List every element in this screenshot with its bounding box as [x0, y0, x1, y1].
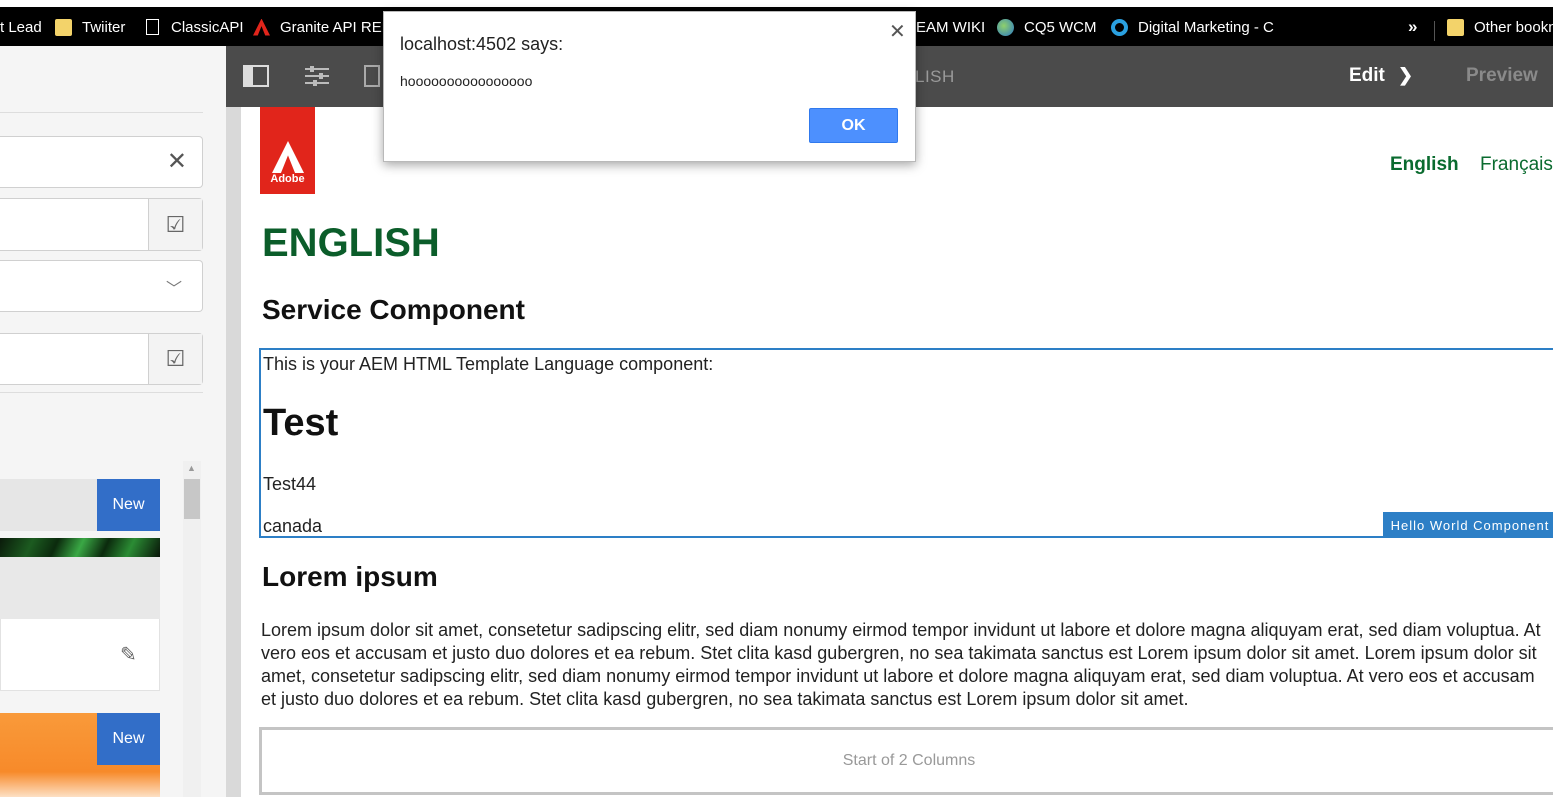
bookmark-cq5-wcm[interactable]: CQ5 WCM [997, 16, 1097, 38]
component-title: Test [263, 402, 339, 444]
scrollbar-thumb[interactable] [184, 479, 200, 519]
language-link-french[interactable]: Français [1480, 154, 1553, 176]
clear-icon[interactable]: ✕ [167, 150, 187, 174]
component-line: canada [263, 516, 323, 536]
new-badge: New [97, 479, 160, 531]
bookmark-label: Granite API REF [280, 18, 391, 36]
panel-divider [0, 392, 203, 393]
bookmark-label: CQ5 WCM [1024, 18, 1097, 36]
filter-dropdown[interactable]: ﹀ [0, 260, 203, 312]
side-panel-icon[interactable] [243, 65, 269, 93]
scrollbar[interactable]: ▲ [183, 461, 201, 797]
asset-card-orange[interactable]: New [0, 713, 160, 797]
bookmark-label: EAM WIKI [916, 18, 986, 36]
search-field[interactable]: ✕ [0, 136, 203, 188]
asset-thumbnail[interactable] [0, 538, 160, 557]
bookmark-twiiter[interactable]: Twiiter [55, 16, 125, 38]
emulator-icon[interactable] [364, 65, 384, 95]
columns-placeholder[interactable]: Start of 2 Columns [259, 727, 1553, 795]
page-title-fragment: LISH [915, 67, 955, 86]
chevron-down-icon: ﹀ [165, 281, 182, 298]
component-intro: This is your AEM HTML Template Language … [263, 354, 714, 374]
component-label-badge: Hello World Component [1383, 512, 1553, 538]
asset-card-header[interactable]: New [0, 479, 160, 531]
close-icon[interactable]: ✕ [889, 19, 906, 44]
panel-gutter [226, 46, 241, 797]
adobe-icon [253, 18, 270, 36]
lorem-paragraph: Lorem ipsum dolor sit amet, consetetur s… [261, 620, 1541, 709]
bookmark-granite-api[interactable]: Granite API REF [253, 16, 391, 38]
alert-message: hoooooooooooooooo [400, 73, 533, 89]
alert-dialog: localhost:4502 says: ✕ hoooooooooooooooo… [383, 11, 916, 162]
chevron-down-icon[interactable]: ❯ [1398, 65, 1413, 86]
bookmarks-separator [1434, 21, 1435, 41]
edit-pencil-icon[interactable]: ✎ [120, 642, 137, 667]
filter-field-1[interactable]: ☑ [0, 198, 203, 251]
asset-card-body[interactable] [0, 557, 160, 619]
ok-button[interactable]: OK [809, 108, 898, 143]
properties-icon[interactable] [304, 65, 330, 93]
language-link-english[interactable]: English [1390, 154, 1459, 176]
bookmark-label: ClassicAPI [171, 18, 244, 36]
logo-text: Adobe [270, 173, 305, 185]
bookmark-lead[interactable]: t Lead [0, 16, 42, 38]
checkbox-picker-button[interactable]: ☑ [148, 334, 202, 384]
adobe-logo-icon [272, 141, 304, 173]
bookmark-label: Digital Marketing - C [1138, 18, 1274, 36]
page-icon [146, 19, 159, 35]
bookmarks-overflow-chevron[interactable]: » [1408, 16, 1417, 38]
lorem-heading: Lorem ipsum [262, 561, 438, 592]
bookmark-label: Twiiter [82, 18, 126, 36]
bookmark-label: t Lead [0, 18, 42, 36]
new-badge: New [97, 713, 160, 765]
edit-mode-button[interactable]: Edit [1349, 65, 1385, 87]
scroll-up-icon[interactable]: ▲ [187, 463, 196, 473]
filter-field-2[interactable]: ☑ [0, 333, 203, 385]
left-side-panel: ✕ ☑ ﹀ ☑ New ✎ New ▲ [0, 46, 226, 797]
folder-icon [55, 18, 72, 36]
ring-icon [1111, 18, 1128, 36]
checkbox-icon: ☑ [165, 346, 186, 371]
hello-world-component[interactable]: This is your AEM HTML Template Language … [259, 348, 1553, 538]
bookmark-eam-wiki[interactable]: EAM WIKI [916, 16, 985, 38]
folder-icon [1447, 18, 1464, 36]
preview-button[interactable]: Preview [1466, 65, 1538, 87]
alert-title: localhost:4502 says: [400, 34, 564, 54]
bookmark-label: Other bookm [1474, 18, 1553, 36]
bookmark-digital-marketing[interactable]: Digital Marketing - C [1111, 16, 1274, 38]
service-heading: Service Component [262, 294, 525, 325]
panel-divider [0, 112, 203, 113]
checkbox-picker-button[interactable]: ☑ [148, 199, 202, 250]
page-canvas: Adobe English Français ENGLISH Service C… [241, 107, 1553, 797]
checkbox-icon: ☑ [165, 211, 186, 237]
component-line: Test44 [263, 474, 317, 494]
globe-icon [997, 18, 1014, 36]
bookmark-other[interactable]: Other bookm [1447, 16, 1553, 38]
page-title: ENGLISH [262, 221, 440, 265]
bookmark-classicapi[interactable]: ClassicAPI [146, 16, 244, 38]
adobe-logo[interactable]: Adobe [260, 107, 315, 194]
